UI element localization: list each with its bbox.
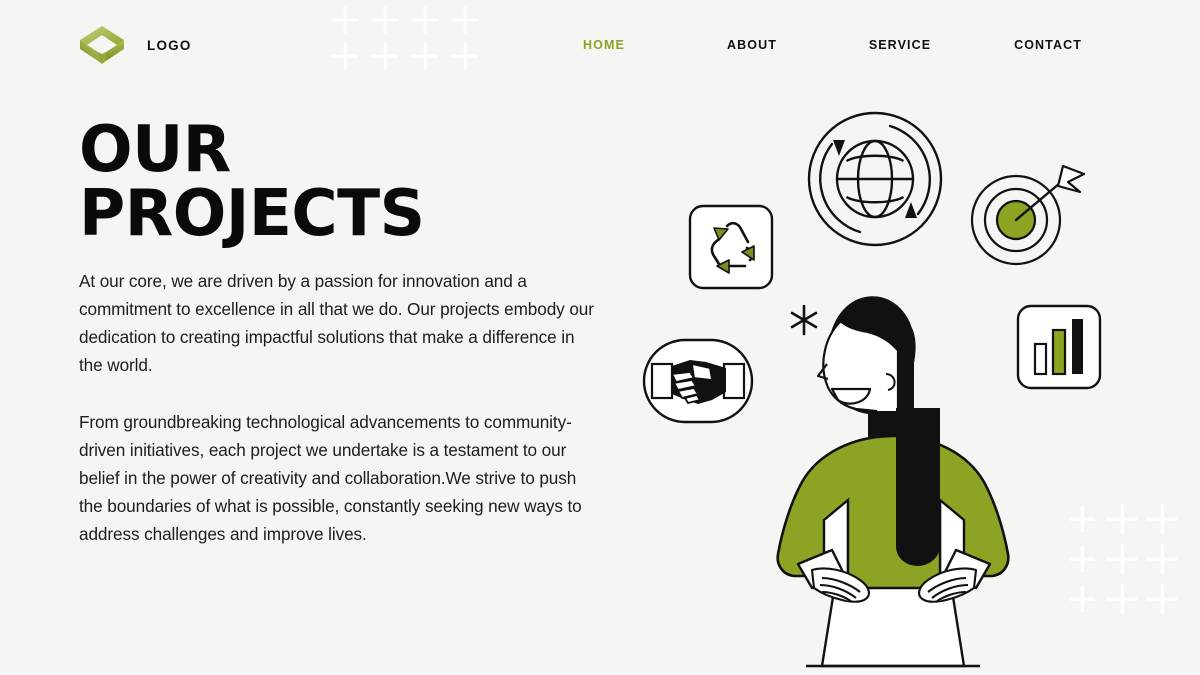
hero-paragraph-1: At our core, we are driven by a passion …	[79, 271, 594, 375]
brand-logo-link[interactable]: LOGO	[74, 21, 192, 69]
hero-paragraph-2: From groundbreaking technological advanc…	[79, 412, 582, 544]
nav-item-home[interactable]: HOME	[530, 38, 678, 52]
globe-rotation-icon	[806, 110, 944, 248]
woman-hands-on-hips-illustration	[728, 278, 1058, 675]
nav-item-about[interactable]: ABOUT	[678, 38, 826, 52]
nav-item-contact[interactable]: CONTACT	[974, 38, 1122, 52]
nav-item-service[interactable]: SERVICE	[826, 38, 974, 52]
brand-name: LOGO	[147, 37, 192, 53]
target-arrow-icon	[968, 162, 1086, 266]
page-title: OUR PROJECTS	[79, 113, 425, 251]
hero-illustration	[620, 96, 1160, 675]
primary-navigation: HOME ABOUT SERVICE CONTACT	[530, 38, 1122, 52]
hero-text-column: OUR PROJECTS At our core, we are driven …	[79, 118, 599, 549]
isometric-cube-logo-icon	[74, 21, 130, 69]
site-header: LOGO HOME ABOUT SERVICE CONTACT	[0, 0, 1200, 90]
